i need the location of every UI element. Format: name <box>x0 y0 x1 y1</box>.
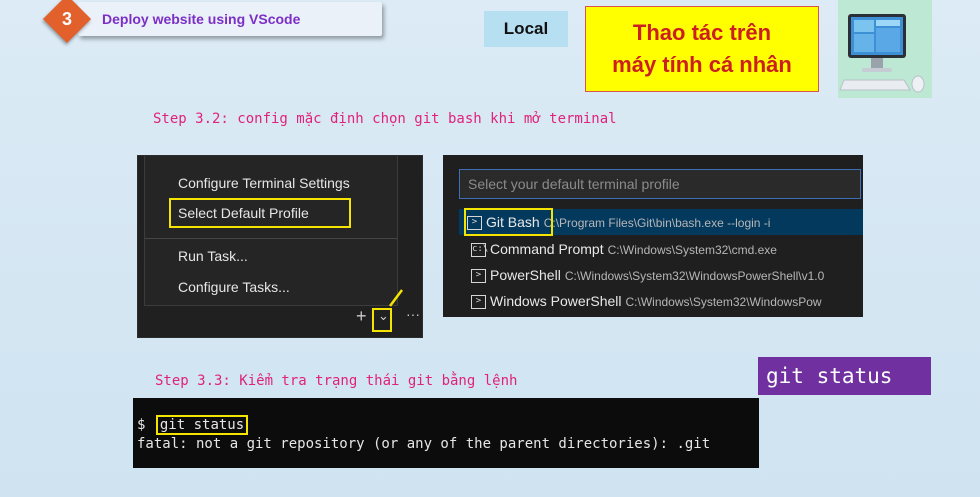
computer-icon <box>839 14 925 93</box>
terminal-error-line: fatal: not a git repository (or any of t… <box>137 436 711 452</box>
profile-windows-powershell[interactable]: > Windows PowerShell C:\Windows\System32\W… <box>471 289 822 313</box>
terminal-command: git status <box>155 415 249 435</box>
note-box: Thao tác trên máy tính cá nhân <box>585 6 819 92</box>
terminal-output-screenshot: $ git status fatal: not a git repository… <box>133 398 759 468</box>
profile-path: C:\Windows\System32\WindowsPow <box>625 295 822 309</box>
profile-name: Windows PowerShell <box>490 293 622 309</box>
terminal-icon: > <box>471 295 486 310</box>
context-menu: Configure Terminal Settings Select Defau… <box>144 156 398 306</box>
menu-item-configure-tasks[interactable]: Configure Tasks... <box>178 279 290 295</box>
profile-path: C:\Program Files\Git\bin\bash.exe --logi… <box>543 216 771 230</box>
profile-command-prompt[interactable]: c:\ Command Prompt C:\Windows\System32\cmd… <box>471 237 777 261</box>
plus-icon[interactable]: + <box>356 306 367 327</box>
location-label: Local <box>484 11 568 47</box>
profile-powershell[interactable]: > PowerShell C:\Windows\System32\WindowsPo… <box>471 263 824 287</box>
menu-item-run-task[interactable]: Run Task... <box>178 248 248 264</box>
profile-name: Command Prompt <box>490 241 604 257</box>
desktop-computer-image <box>838 0 932 98</box>
terminal-icon: > <box>471 269 486 284</box>
profile-name: PowerShell <box>490 267 561 283</box>
highlight-chevron <box>372 308 392 332</box>
more-icon[interactable]: ··· <box>406 306 420 322</box>
profile-search-input[interactable]: Select your default terminal profile <box>459 169 861 199</box>
step-badge: 3 Deploy website using VScode <box>22 0 384 44</box>
cmd-icon: c:\ <box>471 243 488 258</box>
highlight-select-default-profile <box>169 198 351 228</box>
profile-path: C:\Windows\System32\cmd.exe <box>607 243 777 257</box>
step-3-3-text: Step 3.3: Kiểm tra trạng thái git bằng l… <box>155 373 518 389</box>
step-title: Deploy website using VScode <box>102 11 301 27</box>
highlight-git-bash <box>464 208 553 236</box>
menu-item-configure-terminal-settings[interactable]: Configure Terminal Settings <box>178 175 350 191</box>
arrow-pointer-icon <box>389 289 403 307</box>
note-line-2: máy tính cá nhân <box>612 52 792 77</box>
terminal-command-line: $ git status <box>137 415 249 435</box>
step-number: 3 <box>61 9 72 29</box>
note-line-1: Thao tác trên <box>632 20 772 45</box>
terminal-dropdown-screenshot: Configure Terminal Settings Select Defau… <box>137 155 423 338</box>
profile-picker-screenshot: Select your default terminal profile > Gi… <box>443 155 863 317</box>
profile-path: C:\Windows\System32\WindowsPowerShell\v1… <box>564 269 825 283</box>
menu-divider <box>145 238 397 239</box>
git-status-command-label: git status <box>758 357 931 395</box>
prompt-symbol: $ <box>137 417 146 433</box>
step-3-2-text: Step 3.2: config mặc định chọn git bash … <box>153 111 617 127</box>
